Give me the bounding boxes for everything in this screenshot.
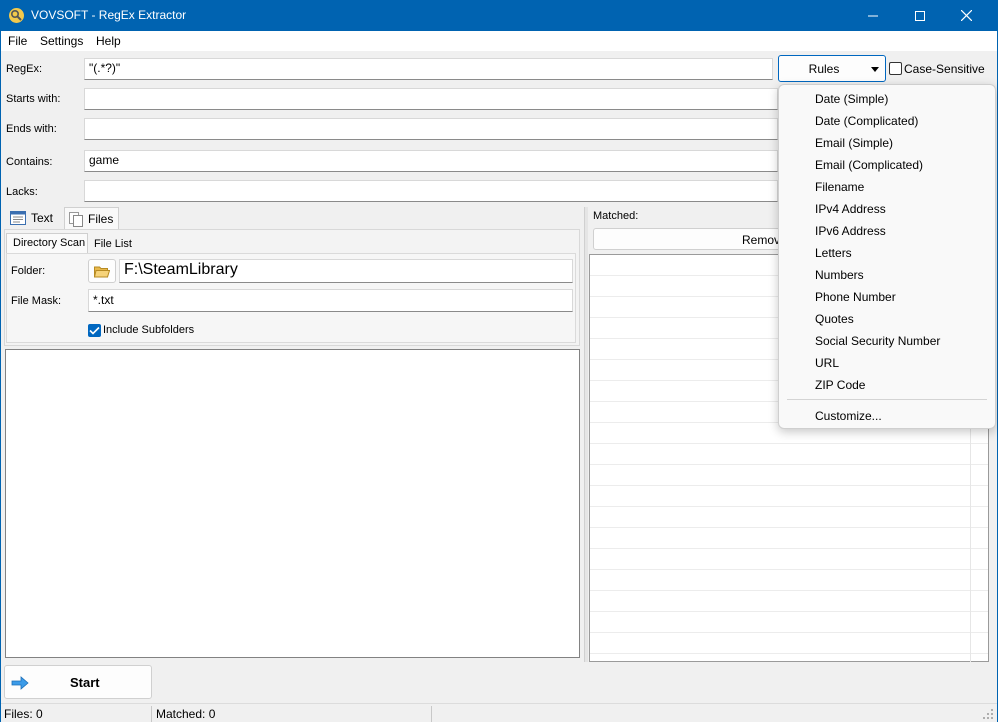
close-button[interactable] bbox=[943, 0, 989, 31]
maximize-button[interactable] bbox=[897, 0, 943, 31]
contains-label: Contains: bbox=[6, 156, 53, 168]
menu-help[interactable]: Help bbox=[96, 34, 121, 48]
file-mask-label: File Mask: bbox=[11, 295, 62, 307]
regex-input[interactable]: "(.*?)" bbox=[84, 58, 773, 80]
files-icon bbox=[69, 211, 83, 227]
lacks-input[interactable] bbox=[84, 180, 778, 202]
file-mask-input[interactable]: *.txt bbox=[88, 289, 573, 312]
status-matched: Matched: 0 bbox=[156, 707, 216, 721]
folder-icon bbox=[94, 266, 110, 277]
rule-phone-number[interactable]: Phone Number bbox=[815, 290, 896, 304]
tab-files[interactable]: Files bbox=[64, 207, 119, 229]
starts-with-input[interactable] bbox=[84, 88, 778, 110]
ends-with-label: Ends with: bbox=[6, 123, 57, 135]
rule-filename[interactable]: Filename bbox=[815, 180, 864, 194]
ends-with-input[interactable] bbox=[84, 118, 778, 140]
resize-grip-icon[interactable] bbox=[983, 709, 994, 720]
window-frame-left bbox=[0, 31, 1, 722]
browse-folder-button[interactable] bbox=[88, 259, 116, 283]
panel-splitter[interactable] bbox=[584, 207, 588, 662]
folder-path-input[interactable]: F:\SteamLibrary bbox=[119, 259, 573, 283]
regex-label: RegEx: bbox=[6, 63, 43, 75]
status-bar: Files: 0 Matched: 0 bbox=[1, 703, 997, 722]
rule-email-simple[interactable]: Email (Simple) bbox=[815, 136, 893, 150]
menu-settings[interactable]: Settings bbox=[40, 34, 83, 48]
rule-numbers[interactable]: Numbers bbox=[815, 268, 864, 282]
app-logo-icon bbox=[9, 8, 24, 23]
include-subfolders-checkbox[interactable] bbox=[88, 324, 101, 337]
title-bar: VOVSOFT - RegEx Extractor bbox=[0, 0, 998, 31]
status-divider bbox=[431, 706, 432, 722]
menu-separator bbox=[787, 399, 987, 400]
text-document-icon bbox=[10, 211, 26, 225]
arrow-right-icon bbox=[11, 676, 29, 690]
rules-dropdown-menu: Date (Simple) Date (Complicated) Email (… bbox=[778, 84, 996, 429]
checkmark-icon bbox=[89, 326, 100, 335]
rules-button-label: Rules bbox=[808, 62, 840, 76]
window-title: VOVSOFT - RegEx Extractor bbox=[31, 8, 187, 22]
tab-files-label: Files bbox=[88, 211, 114, 226]
lacks-label: Lacks: bbox=[6, 186, 38, 198]
case-sensitive-label: Case-Sensitive bbox=[904, 62, 985, 76]
minimize-icon bbox=[868, 15, 878, 16]
rule-quotes[interactable]: Quotes bbox=[815, 312, 854, 326]
rules-customize-item[interactable]: Customize... bbox=[815, 409, 882, 423]
include-subfolders-label: Include Subfolders bbox=[103, 324, 195, 336]
rule-social-security-number[interactable]: Social Security Number bbox=[815, 334, 940, 348]
start-button-label: Start bbox=[70, 675, 100, 690]
rule-url[interactable]: URL bbox=[815, 356, 839, 370]
contains-input[interactable]: game bbox=[84, 150, 778, 172]
close-icon bbox=[960, 10, 972, 21]
status-divider bbox=[151, 706, 152, 722]
caret-down-icon bbox=[871, 67, 879, 72]
menu-file[interactable]: File bbox=[8, 34, 27, 48]
status-files: Files: 0 bbox=[4, 707, 43, 721]
rule-zip-code[interactable]: ZIP Code bbox=[815, 378, 865, 392]
folder-label: Folder: bbox=[11, 265, 46, 277]
rule-email-complicated[interactable]: Email (Complicated) bbox=[815, 158, 923, 172]
source-tabs: Text Files bbox=[4, 207, 584, 229]
start-button[interactable]: Start bbox=[4, 665, 152, 699]
case-sensitive-checkbox[interactable] bbox=[889, 62, 902, 75]
tab-text[interactable]: Text bbox=[8, 207, 64, 229]
matched-label: Matched: bbox=[593, 210, 639, 222]
tab-text-label: Text bbox=[31, 211, 54, 225]
maximize-icon bbox=[915, 10, 925, 21]
subtab-directory-scan[interactable]: Directory Scan bbox=[6, 233, 88, 253]
rule-date-simple[interactable]: Date (Simple) bbox=[815, 92, 888, 106]
rule-ipv6-address[interactable]: IPv6 Address bbox=[815, 224, 886, 238]
minimize-button[interactable] bbox=[850, 0, 896, 31]
subtab-file-list[interactable]: File List bbox=[89, 236, 133, 253]
file-list-box[interactable] bbox=[5, 349, 580, 658]
rule-letters[interactable]: Letters bbox=[815, 246, 852, 260]
rule-ipv4-address[interactable]: IPv4 Address bbox=[815, 202, 886, 216]
rules-dropdown-button[interactable]: Rules bbox=[778, 55, 886, 82]
starts-with-label: Starts with: bbox=[6, 93, 61, 105]
rule-date-complicated[interactable]: Date (Complicated) bbox=[815, 114, 918, 128]
menu-bar: File Settings Help bbox=[1, 31, 997, 51]
